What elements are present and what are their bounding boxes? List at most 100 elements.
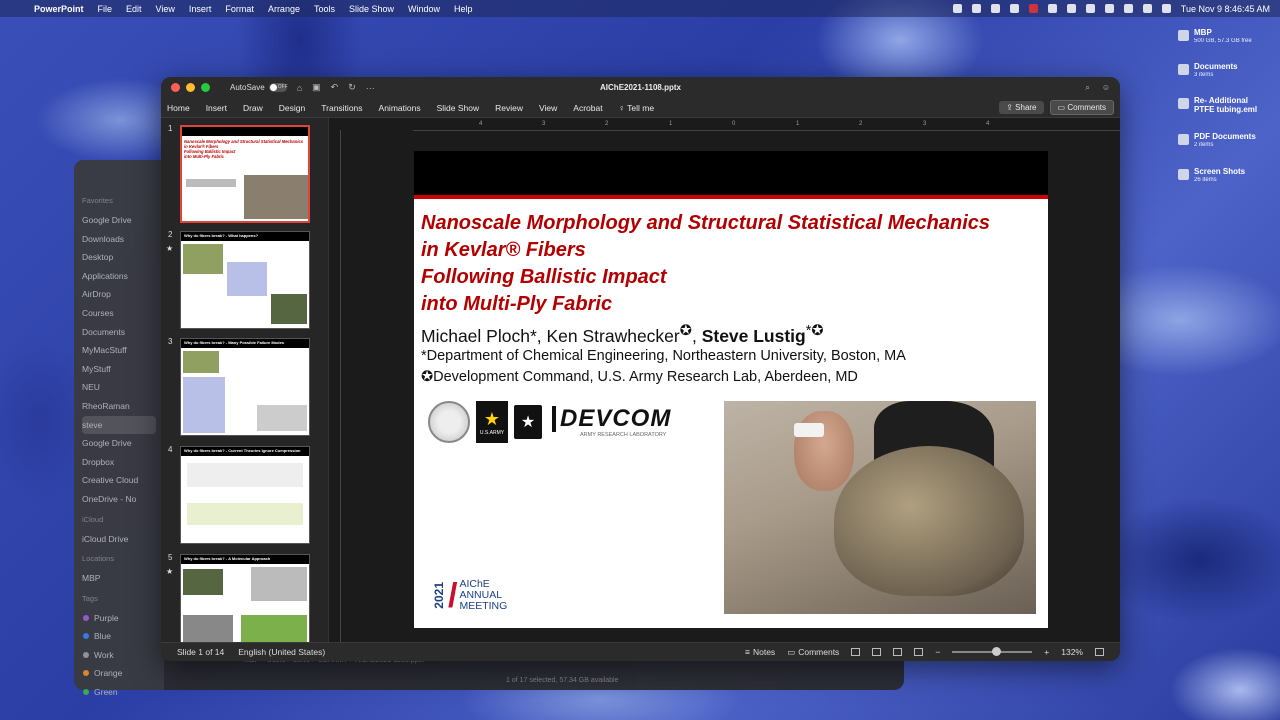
creative-cloud-icon[interactable] <box>952 4 962 13</box>
sidebar-item[interactable]: Courses <box>82 304 156 323</box>
dropbox-icon[interactable] <box>990 4 1000 13</box>
battery-icon[interactable] <box>1104 4 1114 13</box>
sidebar-item[interactable]: MBP <box>82 569 156 588</box>
tab-home[interactable]: Home <box>167 103 190 113</box>
horizontal-ruler[interactable]: 4 3 2 1 0 1 2 3 4 <box>413 121 1120 131</box>
home-icon[interactable]: ⌂ <box>297 83 302 93</box>
comments-button[interactable]: ▭ Comments <box>1049 100 1114 115</box>
tag-green[interactable]: Green <box>82 683 156 702</box>
volume-icon[interactable] <box>1066 4 1076 13</box>
redo-icon[interactable]: ↻ <box>348 82 356 93</box>
tag-blue[interactable]: Blue <box>82 627 156 646</box>
pen-icon[interactable] <box>1009 4 1019 13</box>
control-center-icon[interactable] <box>1161 4 1171 13</box>
sidebar-item[interactable]: MyStuff <box>82 360 156 379</box>
desktop-item-pdf[interactable]: PDF Documents 2 items <box>1178 132 1270 149</box>
tab-view[interactable]: View <box>539 103 557 113</box>
sidebar-item-selected[interactable]: steve <box>82 415 156 435</box>
notes-button[interactable]: ≡ Notes <box>745 647 775 657</box>
minimize-icon[interactable] <box>186 83 195 92</box>
tag-work[interactable]: Work <box>82 646 156 665</box>
slide-authors[interactable]: Michael Ploch*, Ken Strawhecker✪, Steve … <box>421 322 824 347</box>
soldier-helmet-photo[interactable] <box>724 401 1036 614</box>
desktop-item-documents[interactable]: Documents 3 items <box>1178 62 1270 79</box>
slide-title[interactable]: Nanoscale Morphology and Structural Stat… <box>421 210 990 318</box>
tab-acrobat[interactable]: Acrobat <box>573 103 602 113</box>
logos-group[interactable]: ★ U.S.ARMY ★ DEVCOM ARMY RESEARCH LABORAT… <box>428 401 671 443</box>
zoom-out-icon[interactable]: − <box>935 647 940 657</box>
affiliation-2[interactable]: ✪Development Command, U.S. Army Research… <box>421 369 858 385</box>
desktop-item-eml[interactable]: Re- Additional PTFE tubing.eml <box>1178 96 1270 114</box>
slide-thumbnail-5[interactable]: Why do fibers break? - A Molecular Appro… <box>180 554 310 642</box>
menu-arrange[interactable]: Arrange <box>268 4 300 14</box>
tag-orange[interactable]: Orange <box>82 664 156 683</box>
normal-view-icon[interactable] <box>851 648 861 656</box>
desktop-item-screenshots[interactable]: Screen Shots 26 items <box>1178 167 1270 184</box>
zoom-icon[interactable] <box>201 83 210 92</box>
more-icon[interactable]: ··· <box>366 83 375 93</box>
fit-to-window-icon[interactable] <box>1095 648 1104 656</box>
tab-review[interactable]: Review <box>495 103 523 113</box>
tab-slide-show[interactable]: Slide Show <box>437 103 480 113</box>
menu-slide-show[interactable]: Slide Show <box>349 4 394 14</box>
sidebar-item[interactable]: Desktop <box>82 248 156 267</box>
sidebar-item[interactable]: OneDrive - No <box>82 490 156 509</box>
zoom-level[interactable]: 132% <box>1061 647 1083 657</box>
slideshow-view-icon[interactable] <box>914 648 924 656</box>
search-icon[interactable]: ⌕ <box>1085 83 1089 93</box>
wifi-icon[interactable] <box>1123 4 1133 13</box>
sidebar-item[interactable]: NEU <box>82 378 156 397</box>
menu-clock[interactable]: Tue Nov 9 8:46:45 AM <box>1181 4 1270 14</box>
affiliation-1[interactable]: *Department of Chemical Engineering, Nor… <box>421 348 906 364</box>
menu-view[interactable]: View <box>156 4 175 14</box>
menu-tools[interactable]: Tools <box>314 4 335 14</box>
tell-me-search[interactable]: ♀ Tell me <box>619 103 655 113</box>
menu-window[interactable]: Window <box>408 4 440 14</box>
zoom-in-icon[interactable]: + <box>1044 647 1049 657</box>
zoom-slider[interactable] <box>952 647 1033 656</box>
autosave-toggle[interactable]: OFF <box>268 83 288 92</box>
tab-transitions[interactable]: Transitions <box>321 103 362 113</box>
menu-insert[interactable]: Insert <box>189 4 212 14</box>
sidebar-item[interactable]: Creative Cloud <box>82 471 156 490</box>
sidebar-item[interactable]: RheoRaman <box>82 397 156 416</box>
vpn-icon[interactable] <box>971 4 981 13</box>
search-icon[interactable] <box>1142 4 1152 13</box>
sidebar-item[interactable]: iCloud Drive <box>82 530 156 549</box>
slide-thumbnail-2[interactable]: Why do fibers break? - What happens? <box>180 231 310 329</box>
sidebar-item[interactable]: Documents <box>82 323 156 342</box>
tag-purple[interactable]: Purple <box>82 609 156 628</box>
reading-view-icon[interactable] <box>893 648 903 656</box>
undo-icon[interactable]: ↶ <box>331 82 339 93</box>
comments-status-button[interactable]: ▭ Comments <box>787 647 839 658</box>
menu-help[interactable]: Help <box>454 4 473 14</box>
tab-animations[interactable]: Animations <box>379 103 421 113</box>
menu-edit[interactable]: Edit <box>126 4 142 14</box>
language-indicator[interactable]: English (United States) <box>238 647 325 657</box>
record-icon[interactable] <box>1028 4 1038 13</box>
tab-insert[interactable]: Insert <box>206 103 227 113</box>
slide-1[interactable]: Nanoscale Morphology and Structural Stat… <box>414 151 1048 628</box>
slide-sorter-icon[interactable] <box>872 648 882 656</box>
share-button[interactable]: ⇪ Share <box>999 101 1044 114</box>
aiche-logo[interactable]: 2021 / AIChE ANNUAL MEETING <box>432 579 507 613</box>
sidebar-item[interactable]: Applications <box>82 267 156 286</box>
slide-thumbnail-1[interactable]: Nanoscale Morphology and Structural Stat… <box>180 125 310 223</box>
close-icon[interactable] <box>171 83 180 92</box>
autosave-control[interactable]: AutoSave OFF <box>230 83 288 92</box>
sidebar-item[interactable]: Google Drive <box>82 211 156 230</box>
sidebar-item[interactable]: MyMacStuff <box>82 341 156 360</box>
slide-thumbnail-4[interactable]: Why do fibers break? - Current Theories … <box>180 446 310 544</box>
menu-format[interactable]: Format <box>225 4 254 14</box>
account-icon[interactable]: ☺ <box>1102 83 1110 93</box>
slide-thumbnail-3[interactable]: Why do fibers break? - Many Possible Fai… <box>180 338 310 436</box>
tab-draw[interactable]: Draw <box>243 103 263 113</box>
menu-file[interactable]: File <box>98 4 113 14</box>
sidebar-item[interactable]: Google Drive <box>82 434 156 453</box>
menu-app-name[interactable]: PowerPoint <box>34 4 84 14</box>
bluetooth-icon[interactable] <box>1085 4 1095 13</box>
moon-icon[interactable] <box>1047 4 1057 13</box>
save-icon[interactable]: ▣ <box>312 82 321 93</box>
vertical-ruler[interactable] <box>329 130 341 642</box>
sidebar-item[interactable]: AirDrop <box>82 285 156 304</box>
